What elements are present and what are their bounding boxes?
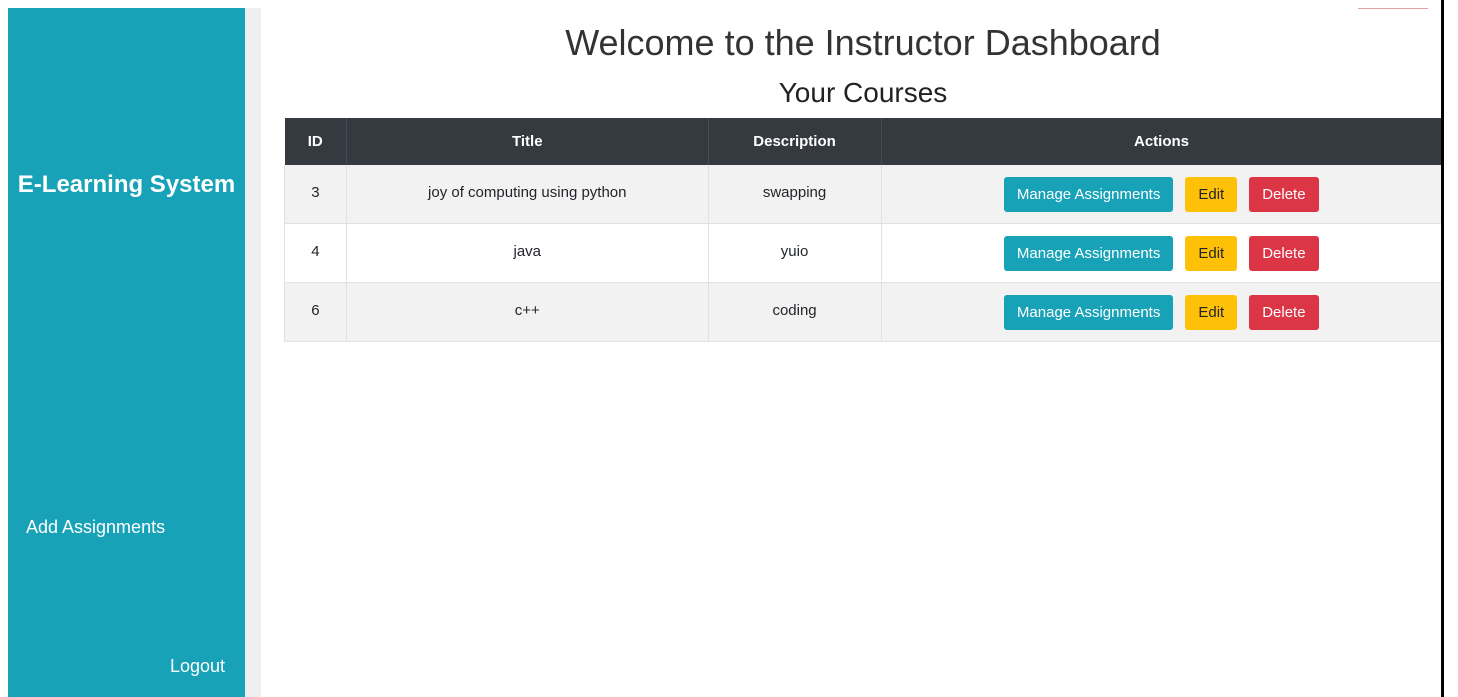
table-row: 4 java yuio Manage Assignments Edit Delete <box>284 223 1442 283</box>
cell-id: 6 <box>284 282 347 342</box>
delete-button[interactable]: Delete <box>1249 176 1319 212</box>
top-red-line <box>1358 8 1428 9</box>
right-border <box>1441 0 1444 697</box>
cell-id-text: 3 <box>311 184 320 201</box>
sidebar-gutter <box>245 8 261 697</box>
cell-title-text: joy of computing using python <box>428 184 627 201</box>
cell-description-text: yuio <box>780 243 809 260</box>
courses-table: ID Title Description Actions 3 joy of co… <box>284 118 1442 342</box>
edit-button[interactable]: Edit <box>1185 235 1238 271</box>
header-title: Title <box>346 118 709 165</box>
cell-id-text: 4 <box>311 243 320 260</box>
sidebar: E-Learning System Add Assignments Logout <box>8 8 245 697</box>
table-row: 6 c++ coding Manage Assignments Edit Delet… <box>284 282 1442 342</box>
cell-id: 3 <box>284 165 347 224</box>
cell-description: yuio <box>708 223 882 283</box>
page-title: Welcome to the Instructor Dashboard <box>565 22 1161 63</box>
cell-description: swapping <box>708 165 882 224</box>
delete-button[interactable]: Delete <box>1249 235 1319 271</box>
table-row: 3 joy of computing using python swapping… <box>284 165 1442 224</box>
edit-button[interactable]: Edit <box>1185 294 1238 330</box>
header-id: ID <box>284 118 347 165</box>
header-actions: Actions <box>881 118 1442 165</box>
cell-title-text: java <box>513 243 542 260</box>
cell-description-text: coding <box>772 302 817 319</box>
cell-description: coding <box>708 282 882 342</box>
add-assignments-link[interactable]: Add Assignments <box>26 515 165 539</box>
cell-title-text: c++ <box>514 302 540 319</box>
table-header-row: ID Title Description Actions <box>284 118 1442 165</box>
manage-assignments-button[interactable]: Manage Assignments <box>1003 176 1174 212</box>
delete-button[interactable]: Delete <box>1249 294 1319 330</box>
cell-id-text: 6 <box>311 302 320 319</box>
header-description: Description <box>708 118 882 165</box>
edit-button[interactable]: Edit <box>1185 176 1238 212</box>
logout-link[interactable]: Logout <box>170 654 225 678</box>
page: E-Learning System Add Assignments Logout… <box>0 0 1458 697</box>
manage-assignments-button[interactable]: Manage Assignments <box>1003 294 1174 330</box>
section-title: Your Courses <box>778 77 948 108</box>
cell-title: c++ <box>346 282 709 342</box>
cell-actions: Manage Assignments Edit Delete <box>881 165 1442 224</box>
cell-actions: Manage Assignments Edit Delete <box>881 223 1442 283</box>
cell-description-text: swapping <box>762 184 827 201</box>
brand-title: E-Learning System <box>17 171 236 198</box>
cell-title: java <box>346 223 709 283</box>
cell-id: 4 <box>284 223 347 283</box>
cell-title: joy of computing using python <box>346 165 709 224</box>
cell-actions: Manage Assignments Edit Delete <box>881 282 1442 342</box>
manage-assignments-button[interactable]: Manage Assignments <box>1003 235 1174 271</box>
